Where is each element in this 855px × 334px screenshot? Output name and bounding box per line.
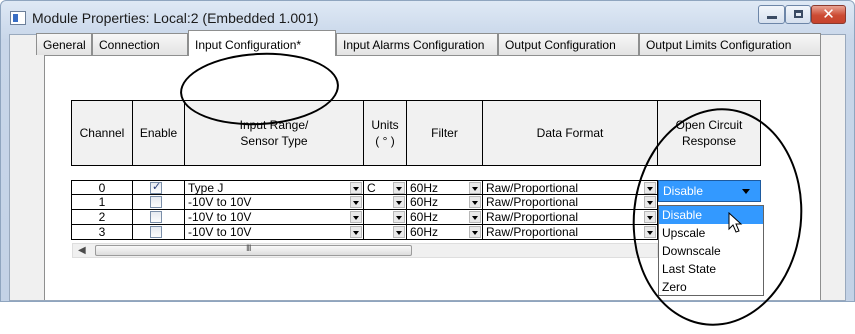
title-bar[interactable]: Module Properties: Local:2 (Embedded 1.0… [1,1,854,35]
minimize-icon [767,16,777,19]
horizontal-scrollbar[interactable]: ◀ III [72,243,658,258]
header-channel: Channel [71,100,133,166]
input-range-select[interactable]: -10V to 10V [184,195,364,210]
scrollbar-thumb[interactable]: III [95,243,412,256]
enable-cell [132,195,185,210]
chevron-down-icon[interactable] [742,189,750,194]
input-range-value: -10V to 10V [188,195,252,209]
tab-output-limits-configuration[interactable]: Output Limits Configuration [639,33,821,55]
chevron-down-icon[interactable] [393,226,405,238]
data-format-value: Raw/Proportional [486,181,579,195]
data-format-select[interactable]: Raw/Proportional [482,180,658,195]
maximize-icon [794,10,803,18]
chevron-down-icon[interactable] [393,211,405,223]
filter-value: 60Hz [410,181,439,195]
mouse-cursor-icon [728,212,743,233]
chevron-down-icon[interactable] [350,211,362,223]
channel-cell: 0 [71,180,133,195]
filter-value: 60Hz [410,225,439,239]
chevron-down-icon[interactable] [350,196,362,208]
input-range-select[interactable]: -10V to 10V [184,225,364,240]
input-range-value: -10V to 10V [188,225,252,239]
minimize-button[interactable] [758,5,785,24]
chevron-down-icon[interactable] [644,226,656,238]
dropdown-option-last-state[interactable]: Last State [659,260,763,278]
tab-input-configuration[interactable]: Input Configuration* [188,30,336,56]
units-select[interactable] [363,210,407,225]
enable-checkbox[interactable] [150,211,162,223]
units-select[interactable] [363,195,407,210]
header-units: Units ( ° ) [363,100,407,166]
data-format-select[interactable]: Raw/Proportional [482,225,658,240]
dropdown-option-disable[interactable]: Disable [659,206,763,224]
filter-value: 60Hz [410,195,439,209]
enable-checkbox[interactable] [150,196,162,208]
filter-value: 60Hz [410,210,439,224]
tab-label: Output Limits Configuration [646,38,792,52]
filter-select[interactable]: 60Hz [406,210,483,225]
enable-cell [132,180,185,195]
dropdown-option-upscale[interactable]: Upscale [659,224,763,242]
filter-select[interactable]: 60Hz [406,180,483,195]
chevron-down-icon[interactable] [469,226,481,238]
tab-connection[interactable]: Connection [92,33,188,55]
data-format-select[interactable]: Raw/Proportional [482,210,658,225]
window-title: Module Properties: Local:2 (Embedded 1.0… [32,10,319,26]
dropdown-option-downscale[interactable]: Downscale [659,242,763,260]
filter-select[interactable]: 60Hz [406,225,483,240]
chevron-down-icon[interactable] [644,182,656,194]
units-select[interactable] [363,225,407,240]
units-select[interactable]: C [363,180,407,195]
data-format-value: Raw/Proportional [486,225,579,239]
header-input-range: Input Range/ Sensor Type [184,100,364,166]
enable-cell [132,210,185,225]
tab-label: Output Configuration [505,38,616,52]
tab-output-configuration[interactable]: Output Configuration [498,33,639,55]
tab-input-alarms-configuration[interactable]: Input Alarms Configuration [336,33,498,55]
input-range-select[interactable]: Type J [184,180,364,195]
close-button[interactable]: ✕ [811,5,846,24]
tab-label: Input Alarms Configuration [343,38,485,52]
enable-checkbox[interactable] [150,226,162,238]
chevron-down-icon[interactable] [644,196,656,208]
dropdown-option-zero[interactable]: Zero [659,278,763,296]
chevron-down-icon[interactable] [469,211,481,223]
open-circuit-response-value: Disable [663,184,704,198]
app-window-icon [10,11,26,25]
data-format-value: Raw/Proportional [486,195,579,209]
chevron-down-icon[interactable] [350,182,362,194]
chevron-down-icon[interactable] [469,182,481,194]
channel-cell: 1 [71,195,133,210]
enable-cell [132,225,185,240]
input-range-value: Type J [188,181,224,195]
chevron-down-icon[interactable] [469,196,481,208]
open-circuit-response-select[interactable]: Disable [658,180,761,202]
data-format-value: Raw/Proportional [486,210,579,224]
tab-label: Connection [99,38,160,52]
open-circuit-response-dropdown: Disable Upscale Downscale Last State Zer… [658,205,764,296]
input-range-value: -10V to 10V [188,210,252,224]
tab-label: General [43,38,86,52]
input-range-select[interactable]: -10V to 10V [184,210,364,225]
channel-cell: 2 [71,210,133,225]
scrollbar-grip: III [246,243,251,253]
header-filter: Filter [406,100,483,166]
maximize-button[interactable] [785,5,811,24]
scroll-left-arrow-icon[interactable]: ◀ [78,245,86,256]
chevron-down-icon[interactable] [393,196,405,208]
tab-label: Input Configuration* [195,38,302,52]
header-data-format: Data Format [482,100,658,166]
chevron-down-icon[interactable] [350,226,362,238]
tab-general[interactable]: General [36,33,92,55]
units-value: C [367,181,376,195]
header-enable: Enable [132,100,185,166]
close-icon: ✕ [822,5,835,23]
chevron-down-icon[interactable] [644,211,656,223]
data-format-select[interactable]: Raw/Proportional [482,195,658,210]
filter-select[interactable]: 60Hz [406,195,483,210]
enable-checkbox[interactable] [150,181,162,194]
header-open-circuit-response: Open Circuit Response [657,100,761,166]
channel-cell: 3 [71,225,133,240]
chevron-down-icon[interactable] [393,182,405,194]
